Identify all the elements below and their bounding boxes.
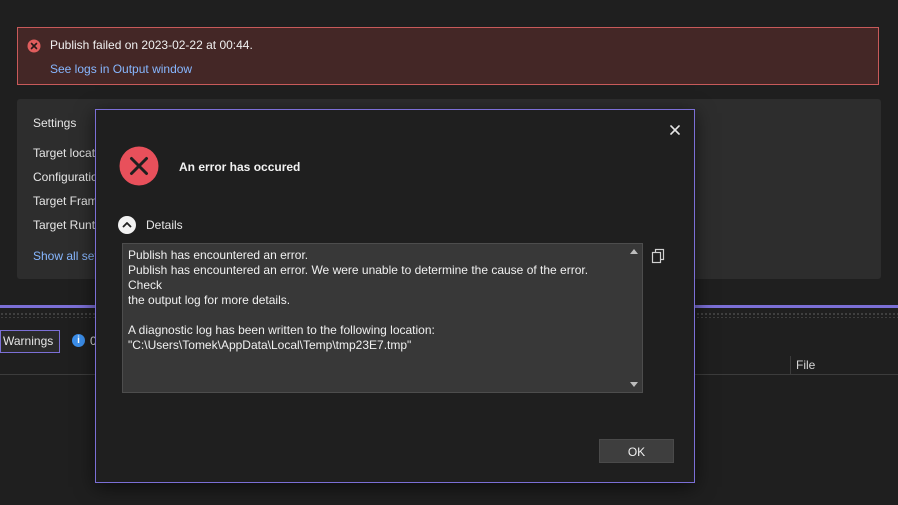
details-text: Publish has encountered an error. Publis…: [128, 248, 623, 353]
settings-row-target-runtime: Target Runti: [33, 218, 98, 232]
info-icon[interactable]: i: [72, 334, 85, 347]
details-label: Details: [146, 218, 183, 232]
details-line: Publish has encountered an error.: [128, 248, 309, 262]
settings-row-target-framework: Target Fram: [33, 194, 98, 208]
column-header-file[interactable]: File: [796, 358, 815, 372]
show-all-settings-link[interactable]: Show all set: [33, 249, 98, 263]
settings-row-configuration: Configuratio: [33, 170, 98, 184]
details-line: "C:\Users\Tomek\AppData\Local\Temp\tmp23…: [128, 338, 412, 352]
error-circle-icon: [27, 39, 41, 53]
settings-title: Settings: [33, 116, 77, 130]
details-line: Publish has encountered an error. We wer…: [128, 263, 592, 292]
error-icon: [119, 146, 159, 186]
details-line: [128, 308, 623, 323]
publish-page: Publish failed on 2023-02-22 at 00:44. S…: [0, 0, 898, 505]
see-logs-link[interactable]: See logs in Output window: [50, 62, 192, 76]
scroll-up-arrow-icon[interactable]: [630, 249, 638, 254]
details-line: the output log for more details.: [128, 293, 291, 307]
close-icon[interactable]: [666, 121, 684, 139]
scroll-down-arrow-icon[interactable]: [630, 382, 638, 387]
copy-icon[interactable]: [650, 248, 666, 264]
chevron-up-icon[interactable]: [118, 216, 136, 234]
banner-message: Publish failed on 2023-02-22 at 00:44.: [50, 38, 253, 52]
error-dialog: An error has occured Details Publish has…: [95, 109, 695, 483]
settings-row-target-location: Target locat: [33, 146, 96, 160]
warnings-filter-button[interactable]: Warnings: [0, 330, 61, 353]
column-divider[interactable]: [790, 356, 791, 374]
publish-error-banner: Publish failed on 2023-02-22 at 00:44. S…: [17, 27, 879, 85]
dialog-heading: An error has occured: [179, 160, 301, 174]
details-line: A diagnostic log has been written to the…: [128, 323, 435, 337]
details-scrollbar[interactable]: [625, 244, 642, 392]
details-textbox[interactable]: Publish has encountered an error. Publis…: [122, 243, 643, 393]
ok-button[interactable]: OK: [599, 439, 674, 463]
